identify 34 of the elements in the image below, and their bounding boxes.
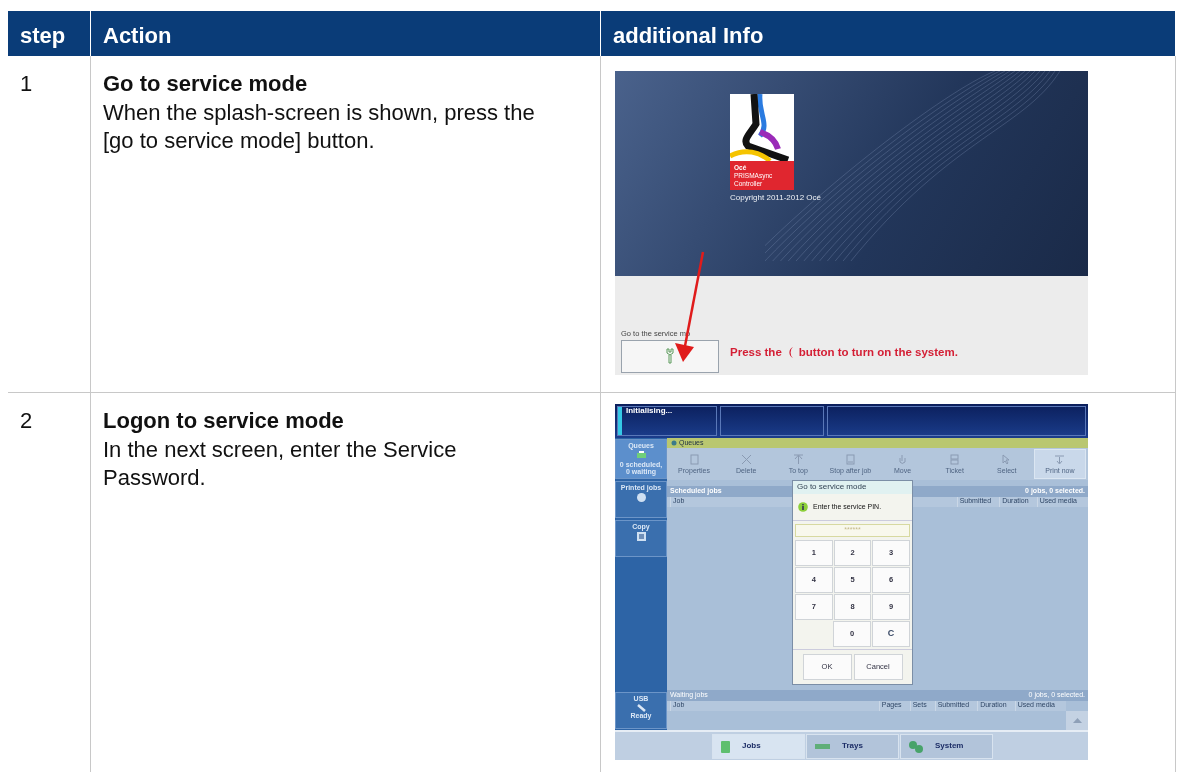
printer-icon — [635, 449, 647, 461]
step-description: In the next screen, enter the Service Password. — [103, 435, 458, 493]
step-description: When the splash-screen is shown, press the [go to service mode] button. — [103, 98, 536, 156]
column-header: additional Info — [601, 11, 1176, 56]
logo-drawing — [730, 94, 794, 161]
triangle-up-icon — [1072, 718, 1082, 723]
tab[interactable]: Trays — [806, 734, 899, 759]
message-text: Press the — [730, 344, 782, 360]
column-header: Action — [91, 11, 601, 56]
ticket-icon — [949, 453, 961, 465]
document-icon — [844, 453, 856, 465]
arrow-up-icon — [792, 453, 804, 465]
close-icon — [740, 453, 752, 465]
print-icon — [1054, 453, 1066, 465]
column-header: step — [8, 11, 91, 56]
wrench-icon — [666, 348, 674, 364]
keypad-key[interactable]: C — [872, 621, 910, 647]
moon-icon — [786, 345, 794, 359]
step-title: Logon to service mode — [103, 407, 345, 435]
tab[interactable]: System — [900, 734, 993, 759]
document-icon — [688, 453, 700, 465]
document-icon — [721, 740, 730, 753]
copy-icon — [635, 530, 647, 542]
copyright-text: Copyright 2011-2012 Océ — [730, 193, 823, 204]
message-text: button to turn on the system. — [798, 344, 958, 360]
tray-icon — [815, 744, 830, 749]
step-title: Go to service mode — [103, 70, 309, 98]
dialog-title: Go to service mode — [793, 481, 912, 494]
status-text: Initialising... — [626, 407, 673, 417]
info-icon — [798, 501, 808, 512]
tab[interactable]: Jobs — [712, 734, 805, 759]
step-number: 1 — [20, 71, 33, 96]
service-mode-button[interactable] — [621, 339, 719, 373]
step-number: 2 — [20, 408, 33, 433]
